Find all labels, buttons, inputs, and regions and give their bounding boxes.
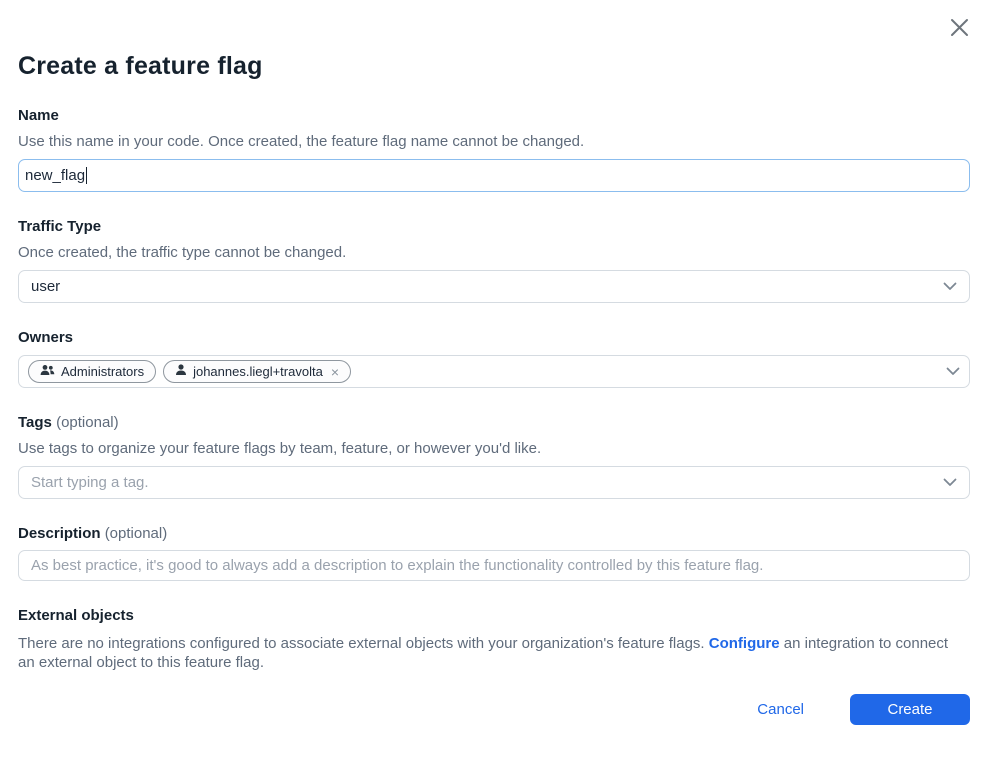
traffic-type-label: Traffic Type: [18, 218, 970, 236]
name-label: Name: [18, 107, 970, 125]
create-feature-flag-dialog: Create a feature flag Name Use this name…: [0, 0, 988, 763]
name-help-text: Use this name in your code. Once created…: [18, 132, 970, 151]
configure-link[interactable]: Configure: [709, 635, 780, 652]
traffic-type-select[interactable]: user: [18, 270, 970, 303]
description-field[interactable]: [18, 550, 970, 581]
description-input[interactable]: [31, 551, 957, 580]
description-label: Description: [18, 525, 101, 542]
external-objects-label: External objects: [18, 607, 970, 625]
name-section: Name Use this name in your code. Once cr…: [18, 107, 970, 192]
person-icon: [175, 364, 187, 379]
tags-help-text: Use tags to organize your feature flags …: [18, 439, 970, 458]
dialog-title: Create a feature flag: [18, 0, 970, 81]
external-objects-section: External objects There are no integratio…: [18, 607, 970, 672]
owner-chip-user[interactable]: johannes.liegl+travolta ×: [163, 360, 351, 383]
owner-chip-label: Administrators: [61, 364, 144, 379]
tags-input[interactable]: [31, 467, 943, 498]
chevron-down-icon: [943, 474, 957, 491]
owners-section: Owners Administrators johannes.liegl+tra…: [18, 329, 970, 388]
tags-label: Tags: [18, 414, 52, 431]
name-input-value: new_flag: [25, 167, 85, 184]
chevron-down-icon: [946, 363, 960, 380]
owner-chip-administrators[interactable]: Administrators: [28, 360, 156, 383]
create-button[interactable]: Create: [850, 694, 970, 725]
text-caret: [86, 167, 87, 184]
description-optional-label: (optional): [105, 525, 168, 542]
external-objects-text: There are no integrations configured to …: [18, 634, 968, 672]
close-button[interactable]: [946, 16, 972, 42]
chevron-down-icon: [943, 278, 957, 295]
owner-chip-label: johannes.liegl+travolta: [193, 364, 323, 379]
tags-select[interactable]: [18, 466, 970, 499]
cancel-button[interactable]: Cancel: [757, 701, 804, 718]
tags-optional-label: (optional): [56, 414, 119, 431]
owners-multiselect[interactable]: Administrators johannes.liegl+travolta ×: [18, 355, 970, 388]
traffic-type-help-text: Once created, the traffic type cannot be…: [18, 243, 970, 262]
description-section: Description (optional): [18, 525, 970, 581]
name-input[interactable]: new_flag: [18, 159, 970, 192]
tags-section: Tags (optional) Use tags to organize you…: [18, 414, 970, 499]
owners-label: Owners: [18, 329, 970, 347]
group-icon: [40, 364, 55, 379]
traffic-type-section: Traffic Type Once created, the traffic t…: [18, 218, 970, 303]
close-icon: [949, 17, 970, 41]
traffic-type-value: user: [31, 278, 60, 295]
dialog-footer: Cancel Create: [757, 694, 970, 725]
remove-chip-icon[interactable]: ×: [331, 364, 339, 380]
